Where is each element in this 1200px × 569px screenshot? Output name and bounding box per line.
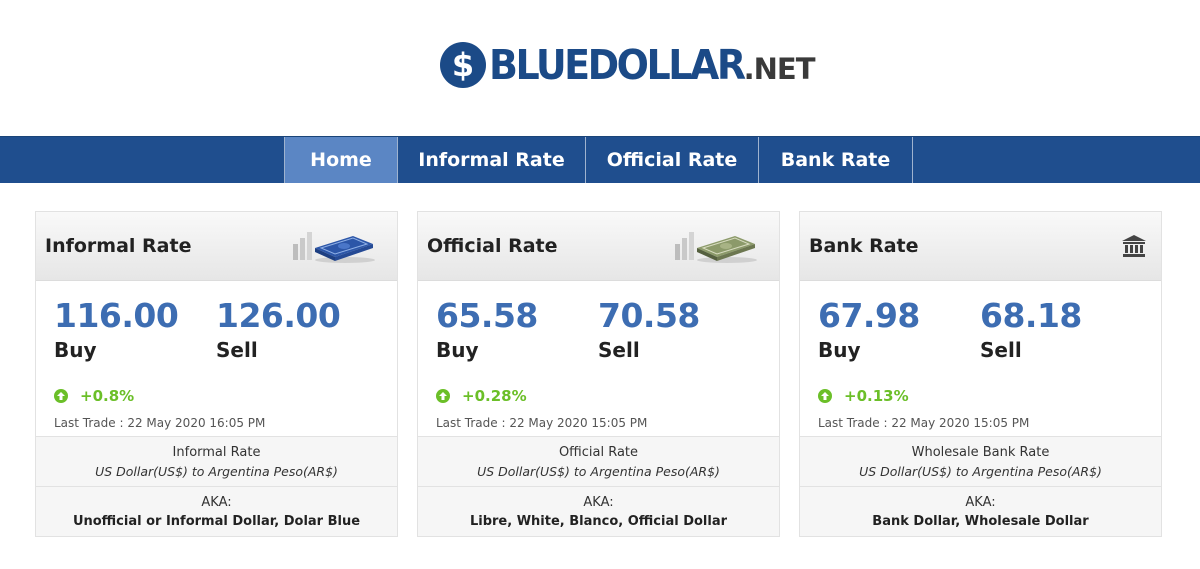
money-stack-icon <box>675 230 757 268</box>
card-header: Informal Rate <box>36 212 397 281</box>
money-stack-icon <box>293 230 375 268</box>
arrow-up-icon <box>436 389 450 403</box>
aka-names: Unofficial or Informal Dollar, Dolar Blu… <box>72 514 361 529</box>
arrow-up-icon <box>818 389 832 403</box>
card-header: Bank Rate <box>800 212 1161 281</box>
card-title: Bank Rate <box>809 235 919 257</box>
last-trade: Last Trade : 22 May 2020 15:05 PM <box>818 416 1030 430</box>
nav-divider <box>912 137 913 183</box>
aka-label: AKA: <box>201 495 232 510</box>
change-indicator: +0.28% <box>436 387 527 405</box>
currency-pair: US Dollar(US$) to Argentina Peso(AR$) <box>477 464 720 479</box>
change-indicator: +0.8% <box>54 387 134 405</box>
aka-label: AKA: <box>965 495 996 510</box>
nav-official-rate[interactable]: Official Rate <box>585 137 758 183</box>
dollar-coin-icon: $ <box>440 42 486 88</box>
informal-rate-card: Informal Rate 116.00 Buy 126.00 Sell +0.… <box>35 211 398 537</box>
logo-name: BLUEDOLLAR <box>489 41 746 89</box>
rate-description: Wholesale Bank Rate US Dollar(US$) to Ar… <box>800 436 1161 486</box>
bank-rate-card: Bank Rate 67.98 Buy 68.18 Sell +0.13% La… <box>799 211 1162 537</box>
main-navigation: Home Informal Rate Official Rate Bank Ra… <box>0 136 1200 183</box>
aka-names: Bank Dollar, Wholesale Dollar <box>872 514 1089 529</box>
sell-label: Sell <box>980 338 1022 362</box>
aka-section: AKA: Bank Dollar, Wholesale Dollar <box>800 486 1161 536</box>
rate-description: Informal Rate US Dollar(US$) to Argentin… <box>36 436 397 486</box>
rate-description: Official Rate US Dollar(US$) to Argentin… <box>418 436 779 486</box>
nav-home[interactable]: Home <box>284 137 397 183</box>
change-indicator: +0.13% <box>818 387 909 405</box>
sell-label: Sell <box>216 338 258 362</box>
buy-value: 65.58 <box>436 296 538 335</box>
buy-label: Buy <box>818 338 861 362</box>
site-logo[interactable]: $ BLUEDOLLAR .NET <box>440 40 816 90</box>
logo-symbol: $ <box>451 46 475 84</box>
official-rate-card: Official Rate 65.58 Buy 70.58 Sell +0.28… <box>417 211 780 537</box>
aka-label: AKA: <box>583 495 614 510</box>
sell-value: 68.18 <box>980 296 1082 335</box>
last-trade: Last Trade : 22 May 2020 15:05 PM <box>436 416 648 430</box>
sell-value: 70.58 <box>598 296 700 335</box>
nav-informal-rate[interactable]: Informal Rate <box>397 137 585 183</box>
aka-names: Libre, White, Blanco, Official Dollar <box>469 514 728 529</box>
card-title: Informal Rate <box>45 235 192 257</box>
card-header: Official Rate <box>418 212 779 281</box>
buy-value: 116.00 <box>54 296 179 335</box>
arrow-up-icon <box>54 389 68 403</box>
change-percent: +0.8% <box>80 387 135 405</box>
rate-name: Wholesale Bank Rate <box>911 445 1050 460</box>
buy-value: 67.98 <box>818 296 920 335</box>
bank-icon <box>1121 234 1147 262</box>
aka-section: AKA: Unofficial or Informal Dollar, Dola… <box>36 486 397 536</box>
card-title: Official Rate <box>427 235 558 257</box>
aka-section: AKA: Libre, White, Blanco, Official Doll… <box>418 486 779 536</box>
change-percent: +0.13% <box>844 387 909 405</box>
currency-pair: US Dollar(US$) to Argentina Peso(AR$) <box>859 464 1102 479</box>
sell-value: 126.00 <box>216 296 341 335</box>
rate-name: Informal Rate <box>172 445 261 460</box>
nav-bank-rate[interactable]: Bank Rate <box>758 137 912 183</box>
change-percent: +0.28% <box>462 387 527 405</box>
buy-label: Buy <box>54 338 97 362</box>
sell-label: Sell <box>598 338 640 362</box>
rate-name: Official Rate <box>558 445 639 460</box>
currency-pair: US Dollar(US$) to Argentina Peso(AR$) <box>95 464 338 479</box>
buy-label: Buy <box>436 338 479 362</box>
logo-tld: .NET <box>743 51 816 86</box>
last-trade: Last Trade : 22 May 2020 16:05 PM <box>54 416 266 430</box>
